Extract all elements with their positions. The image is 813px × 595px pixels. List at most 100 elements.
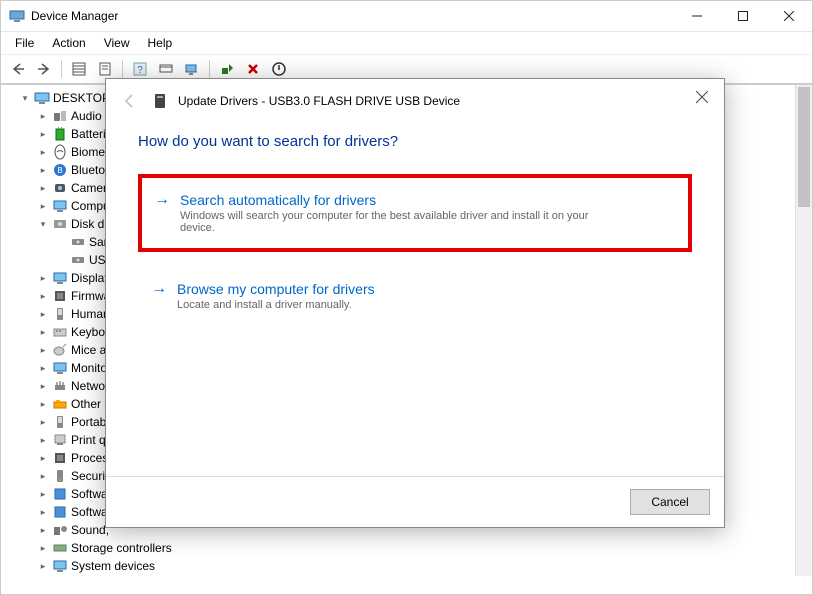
device-category-icon <box>52 360 68 376</box>
dialog-footer: Cancel <box>106 476 724 527</box>
dialog-titlebar: Update Drivers - USB3.0 FLASH DRIVE USB … <box>106 79 724 123</box>
forward-button[interactable] <box>33 58 55 80</box>
chevron-icon: ▸ <box>37 146 49 158</box>
tree-label: Networ <box>71 379 109 393</box>
device-category-icon <box>52 432 68 448</box>
device-category-icon <box>52 558 68 574</box>
device-category-icon <box>52 468 68 484</box>
disk-drive-icon <box>70 252 86 268</box>
device-category-icon <box>52 504 68 520</box>
tree-node[interactable]: ▸ Storage controllers <box>1 539 812 557</box>
dialog-heading: How do you want to search for drivers? <box>138 133 692 150</box>
device-category-icon <box>52 414 68 430</box>
hard-drive-icon <box>152 93 168 109</box>
maximize-button[interactable] <box>720 1 766 31</box>
scan-hardware-button[interactable] <box>181 58 203 80</box>
device-category-icon <box>52 540 68 556</box>
view-devices-button[interactable] <box>155 58 177 80</box>
chevron-icon: ▸ <box>37 344 49 356</box>
device-category-icon <box>52 270 68 286</box>
menu-file[interactable]: File <box>7 34 42 52</box>
option-title: Search automatically for drivers <box>180 192 600 208</box>
device-category-icon <box>52 126 68 142</box>
close-button[interactable] <box>766 1 812 31</box>
device-category-icon: B <box>52 162 68 178</box>
chevron-icon: ▸ <box>37 326 49 338</box>
back-button[interactable] <box>7 58 29 80</box>
device-category-icon <box>52 450 68 466</box>
chevron-icon: ▸ <box>37 470 49 482</box>
option-title: Browse my computer for drivers <box>177 281 375 297</box>
computer-icon <box>34 90 50 106</box>
tree-label: Audio i <box>71 109 108 123</box>
device-category-icon <box>52 144 68 160</box>
update-drivers-dialog: Update Drivers - USB3.0 FLASH DRIVE USB … <box>105 78 725 528</box>
device-category-icon <box>52 378 68 394</box>
tree-label: Securit <box>71 469 108 483</box>
menu-view[interactable]: View <box>96 34 138 52</box>
menubar: File Action View Help <box>1 31 812 54</box>
help-button[interactable]: ? <box>129 58 151 80</box>
tree-label: Portabl <box>71 415 109 429</box>
properties-button[interactable] <box>94 58 116 80</box>
chevron-icon: ▸ <box>37 128 49 140</box>
tree-label: Biomet <box>71 145 108 159</box>
minimize-button[interactable] <box>674 1 720 31</box>
tree-label: System devices <box>71 559 155 573</box>
chevron-icon: ▸ <box>37 290 49 302</box>
chevron-icon: ▸ <box>37 272 49 284</box>
device-category-icon <box>52 522 68 538</box>
svg-text:B: B <box>57 166 62 175</box>
chevron-icon: ▸ <box>37 110 49 122</box>
chevron-icon: ▸ <box>37 542 49 554</box>
tree-label: Print q <box>71 433 106 447</box>
chevron-icon: ▸ <box>37 308 49 320</box>
disable-device-button[interactable] <box>268 58 290 80</box>
show-hide-tree-button[interactable] <box>68 58 90 80</box>
tree-label: Compu <box>71 199 110 213</box>
disk-drive-icon <box>70 234 86 250</box>
tree-label: Softwa <box>71 505 108 519</box>
dialog-back-button[interactable] <box>118 89 142 113</box>
device-category-icon <box>52 216 68 232</box>
cancel-button[interactable]: Cancel <box>630 489 710 515</box>
dialog-title: Update Drivers - USB3.0 FLASH DRIVE USB … <box>178 94 460 108</box>
device-category-icon <box>52 306 68 322</box>
tree-node[interactable]: ▸System devices <box>1 557 812 575</box>
chevron-icon: ▾ <box>37 218 49 230</box>
device-category-icon <box>52 180 68 196</box>
chevron-icon: ▸ <box>37 380 49 392</box>
arrow-right-icon: → <box>151 281 167 311</box>
device-category-icon <box>52 108 68 124</box>
menu-help[interactable]: Help <box>140 34 181 52</box>
device-category-icon <box>52 324 68 340</box>
tree-label: Disk dr <box>71 217 108 231</box>
chevron-icon: ▸ <box>37 362 49 374</box>
device-category-icon <box>52 396 68 412</box>
scrollbar-thumb[interactable] <box>798 87 810 207</box>
window-title: Device Manager <box>31 9 118 23</box>
option-search-automatically[interactable]: → Search automatically for drivers Windo… <box>138 174 692 252</box>
uninstall-device-button[interactable] <box>242 58 264 80</box>
chevron-icon: ▸ <box>37 524 49 536</box>
svg-text:?: ? <box>137 65 143 76</box>
option-browse-computer[interactable]: → Browse my computer for drivers Locate … <box>138 266 692 326</box>
chevron-icon: ▸ <box>37 164 49 176</box>
chevron-down-icon: ▾ <box>19 92 31 104</box>
device-category-icon <box>52 486 68 502</box>
tree-label: Softwa <box>71 487 108 501</box>
option-desc: Windows will search your computer for th… <box>180 210 600 234</box>
titlebar: Device Manager <box>1 1 812 31</box>
tree-label: Human <box>71 307 110 321</box>
chevron-icon: ▸ <box>37 452 49 464</box>
device-category-icon <box>52 342 68 358</box>
tree-label: Mice a <box>71 343 106 357</box>
chevron-icon: ▸ <box>37 506 49 518</box>
update-driver-button[interactable] <box>216 58 238 80</box>
dialog-close-button[interactable] <box>686 85 718 109</box>
tree-label: Monito <box>71 361 107 375</box>
device-category-icon <box>52 288 68 304</box>
tree-label: Storage controllers <box>71 541 172 555</box>
menu-action[interactable]: Action <box>44 34 93 52</box>
scrollbar[interactable] <box>795 85 812 576</box>
